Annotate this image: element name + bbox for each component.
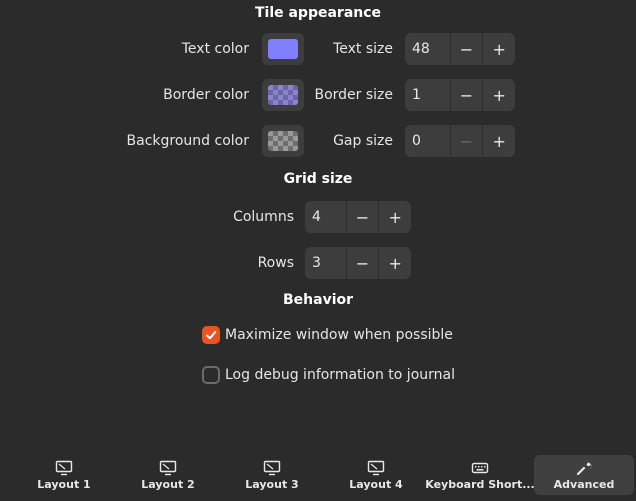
border-size-increment-button[interactable]: + — [482, 79, 515, 111]
rows-label: Rows — [257, 255, 294, 271]
background-color-button[interactable] — [262, 125, 304, 157]
text-size-value[interactable]: 48 — [405, 33, 450, 65]
view-switcher-bar: Layout 1 Layout 2 Layout 3 Layout 4 Keyb… — [0, 450, 636, 501]
border-size-decrement-button[interactable]: − — [449, 79, 483, 111]
grid-size-title: Grid size — [283, 171, 353, 187]
tab-label: Layout 1 — [37, 478, 91, 491]
monitor-icon — [159, 460, 177, 476]
log-debug-checkbox[interactable] — [202, 366, 220, 384]
maximize-window-label[interactable]: Maximize window when possible — [225, 325, 453, 345]
columns-spinbutton: 4 − + — [305, 201, 411, 233]
tab-keyboard-shortcuts[interactable]: Keyboard Short... — [425, 455, 535, 495]
text-color-swatch — [268, 39, 298, 59]
text-color-button[interactable] — [262, 33, 304, 65]
background-color-swatch — [268, 131, 298, 151]
tab-label: Keyboard Short... — [425, 478, 535, 491]
rows-increment-button[interactable]: + — [378, 247, 411, 279]
text-size-increment-button[interactable]: + — [482, 33, 515, 65]
tab-label: Advanced — [553, 478, 615, 491]
text-color-label: Text color — [181, 41, 249, 57]
maximize-window-checkbox[interactable] — [202, 326, 220, 344]
tab-label: Layout 2 — [141, 478, 195, 491]
tile-appearance-title: Tile appearance — [254, 5, 382, 21]
monitor-icon — [367, 460, 385, 476]
tab-layout-1[interactable]: Layout 1 — [14, 455, 114, 495]
columns-value[interactable]: 4 — [305, 201, 346, 233]
text-size-decrement-button[interactable]: − — [449, 33, 483, 65]
behavior-title: Behavior — [282, 292, 354, 308]
rows-decrement-button[interactable]: − — [345, 247, 379, 279]
rows-spinbutton: 3 − + — [305, 247, 411, 279]
text-size-label: Text size — [333, 41, 393, 57]
tab-layout-3[interactable]: Layout 3 — [222, 455, 322, 495]
border-size-value[interactable]: 1 — [405, 79, 450, 111]
border-size-label: Border size — [314, 87, 393, 103]
log-debug-label[interactable]: Log debug information to journal — [225, 365, 455, 385]
gap-size-increment-button[interactable]: + — [482, 125, 515, 157]
gap-size-spinbutton: 0 − + — [405, 125, 515, 157]
tab-layout-4[interactable]: Layout 4 — [326, 455, 426, 495]
background-color-label: Background color — [126, 133, 249, 149]
gap-size-decrement-button: − — [449, 125, 483, 157]
border-color-label: Border color — [163, 87, 249, 103]
border-color-button[interactable] — [262, 79, 304, 111]
columns-label: Columns — [233, 209, 294, 225]
tab-label: Layout 4 — [349, 478, 403, 491]
text-size-spinbutton: 48 − + — [405, 33, 515, 65]
gap-size-value[interactable]: 0 — [405, 125, 450, 157]
rows-value[interactable]: 3 — [305, 247, 346, 279]
border-color-swatch — [268, 85, 298, 105]
columns-decrement-button[interactable]: − — [345, 201, 379, 233]
tab-label: Layout 3 — [245, 478, 299, 491]
tab-layout-2[interactable]: Layout 2 — [118, 455, 218, 495]
monitor-icon — [55, 460, 73, 476]
checkmark-icon — [206, 331, 217, 340]
gap-size-label: Gap size — [333, 133, 393, 149]
monitor-icon — [263, 460, 281, 476]
columns-increment-button[interactable]: + — [378, 201, 411, 233]
wrench-icon — [576, 462, 592, 476]
border-size-spinbutton: 1 − + — [405, 79, 515, 111]
preferences-window: Tile appearance Text color Border color … — [0, 0, 636, 501]
tab-advanced[interactable]: Advanced — [534, 455, 634, 495]
keyboard-icon — [471, 462, 489, 474]
